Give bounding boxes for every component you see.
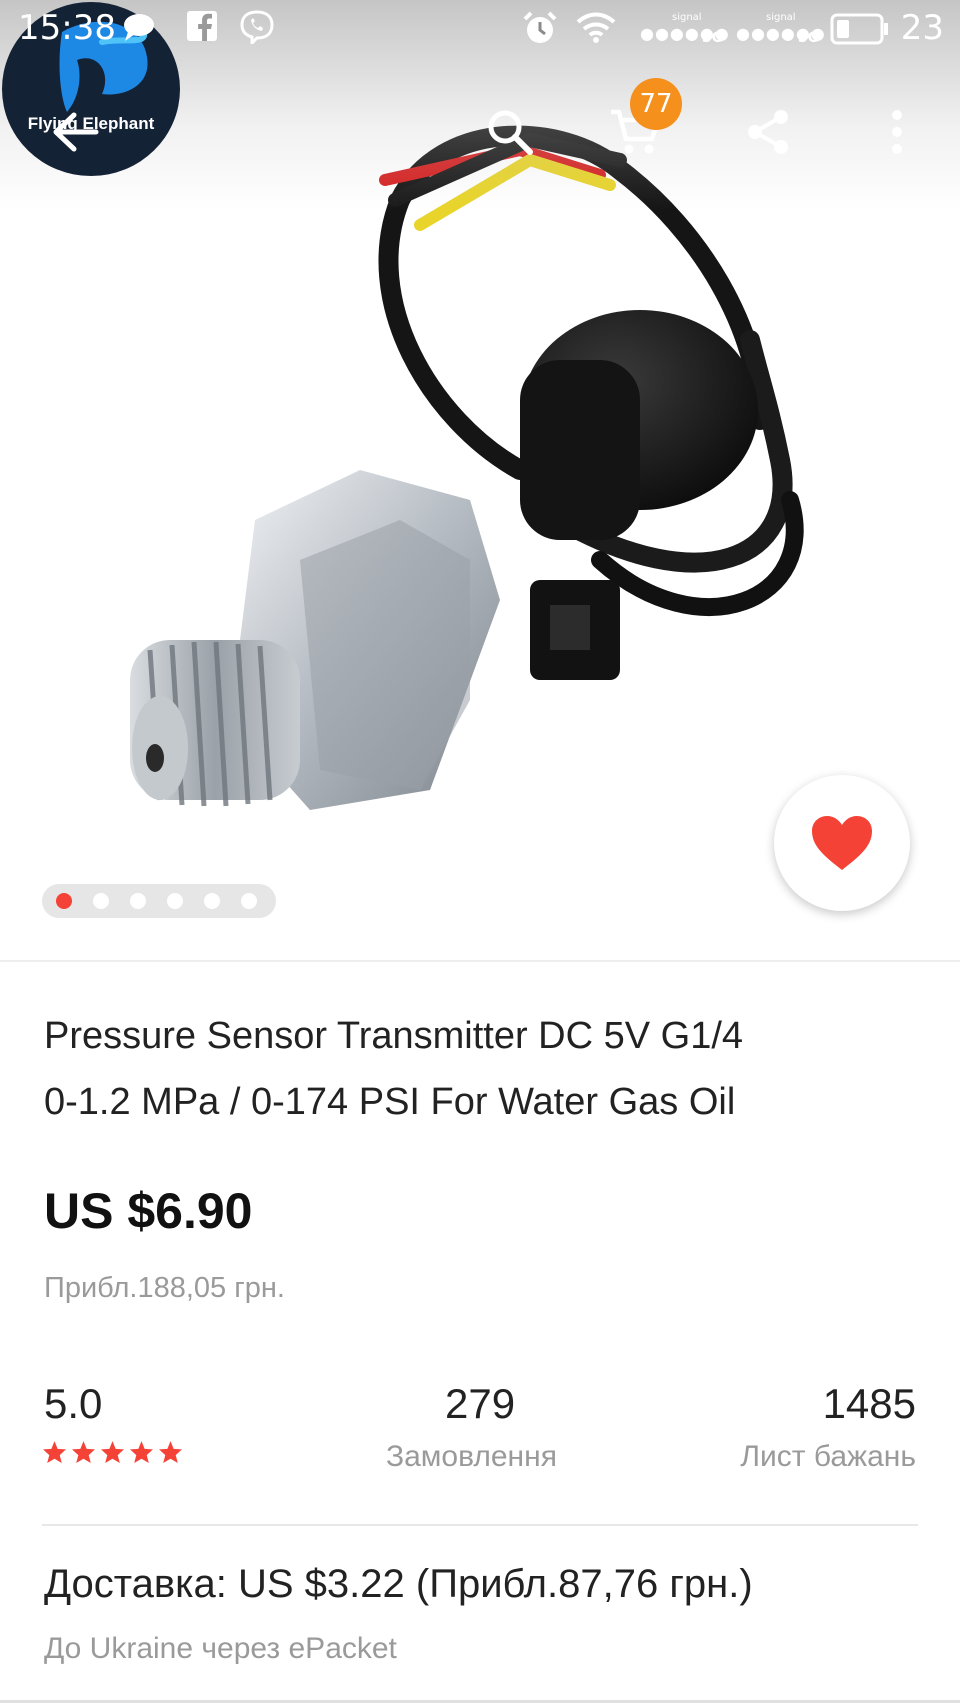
rating-stars[interactable]	[42, 1440, 183, 1464]
share-icon	[748, 110, 788, 154]
search-icon	[488, 110, 533, 155]
delivery-cost[interactable]: Доставка: US $3.22 (Прибл.87,76 грн.)	[44, 1562, 753, 1607]
pager-dot[interactable]	[56, 893, 72, 909]
status-bar: 15:38 signal ●●●●●● 3G signal ●●●●●● 3G …	[0, 0, 960, 58]
top-toolbar	[0, 80, 960, 190]
more-icon	[892, 110, 902, 154]
alarm-icon	[523, 11, 557, 43]
wishlist-count: 1485	[822, 1380, 916, 1427]
facebook-icon	[187, 11, 217, 42]
star-icon	[130, 1441, 153, 1463]
chat-bubble-icon	[124, 14, 154, 41]
star-icon	[43, 1441, 66, 1463]
network-type-2: 3G	[798, 30, 820, 46]
pager-dot[interactable]	[130, 893, 146, 909]
cart-count-badge: 77	[630, 78, 682, 130]
rating-value: 5.0	[44, 1380, 103, 1427]
signal-label-1: signal	[672, 12, 702, 23]
orders-label[interactable]: Замовлення	[386, 1440, 557, 1474]
battery-icon	[830, 13, 888, 45]
orders-count: 279	[445, 1380, 516, 1427]
image-pager[interactable]	[42, 884, 276, 918]
back-arrow-icon	[53, 112, 99, 152]
section-divider	[0, 960, 960, 962]
wishlist-button[interactable]	[774, 775, 910, 911]
back-button[interactable]	[35, 92, 115, 172]
status-time: 15:38	[18, 8, 116, 48]
search-button[interactable]	[470, 92, 550, 172]
delivery-method: До Ukraine через ePacket	[44, 1632, 397, 1665]
pager-dot[interactable]	[204, 893, 220, 909]
pager-dot[interactable]	[167, 893, 183, 909]
product-title-line-1: Pressure Sensor Transmitter DC 5V G1/4	[44, 1015, 744, 1057]
signal-label-2: signal	[766, 12, 796, 23]
star-icon	[72, 1441, 95, 1463]
network-type-1: 3G	[702, 30, 724, 46]
wishlist-label[interactable]: Лист бажань	[740, 1440, 916, 1474]
product-title: Pressure Sensor Transmitter DC 5V G1/4 0…	[44, 1003, 924, 1135]
bottom-divider	[0, 1700, 960, 1703]
viber-icon	[240, 10, 274, 44]
price-approx-local: Прибл.188,05 грн.	[44, 1272, 285, 1304]
more-options-button[interactable]	[857, 92, 937, 172]
product-title-line-2: 0-1.2 MPa / 0-174 PSI For Water Gas Oil	[44, 1081, 736, 1123]
stats-divider	[42, 1524, 918, 1526]
product-price: US $6.90	[44, 1183, 253, 1239]
star-icon	[101, 1441, 124, 1463]
heart-icon	[812, 816, 872, 870]
share-button[interactable]	[728, 92, 808, 172]
pager-dot[interactable]	[241, 893, 257, 909]
pager-dot[interactable]	[93, 893, 109, 909]
wifi-icon	[576, 12, 616, 43]
battery-level: 23	[900, 8, 944, 48]
star-icon	[159, 1441, 182, 1463]
